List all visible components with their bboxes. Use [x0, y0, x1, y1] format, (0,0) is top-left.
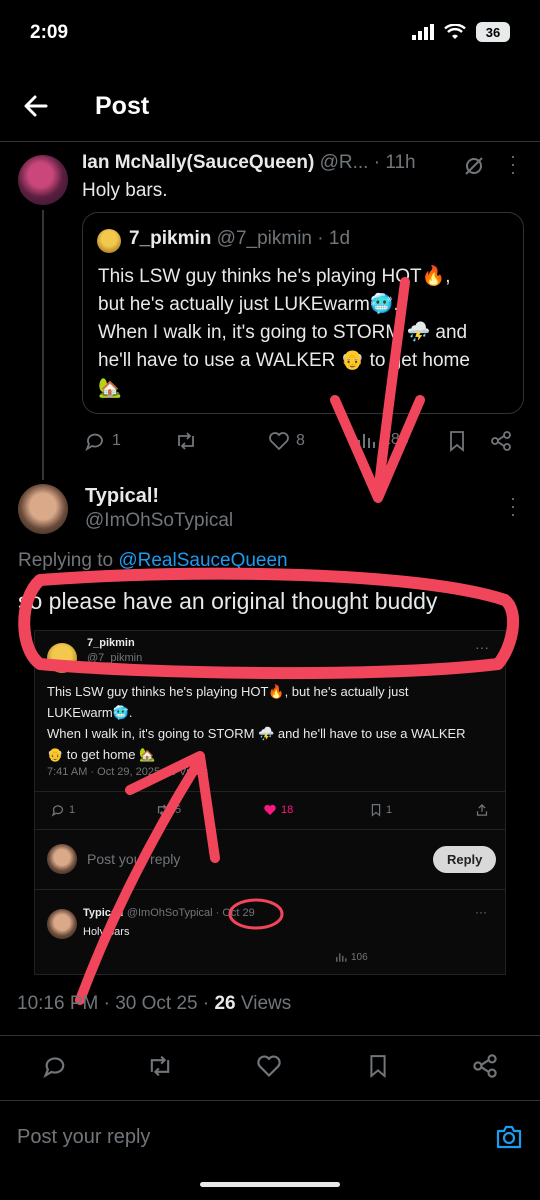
home-indicator — [200, 1182, 340, 1187]
heart-icon[interactable] — [256, 1053, 282, 1079]
annotation-circle-main-text — [18, 567, 519, 680]
annotation-arrow-down — [330, 277, 425, 503]
post-timestamp: 10:16 PM · 30 Oct 25 · — [17, 993, 210, 1014]
actions-divider — [0, 1035, 540, 1036]
camera-icon[interactable] — [495, 1124, 523, 1150]
views-label: Views — [240, 993, 292, 1014]
post-meta: 10:16 PM · 30 Oct 25 · 26 Views — [17, 993, 291, 1015]
bookmark-icon[interactable] — [367, 1053, 389, 1079]
annotation-circle-date — [228, 898, 284, 930]
annotation-overlay — [18, 277, 519, 1005]
share-icon[interactable] — [472, 1053, 498, 1079]
reply-input[interactable]: Post your reply — [17, 1126, 150, 1149]
annotation-arrow-up — [75, 751, 220, 1005]
comment-icon[interactable] — [42, 1053, 68, 1079]
repost-icon[interactable] — [146, 1053, 174, 1079]
composer-divider — [0, 1100, 540, 1101]
view-count: 26 — [214, 993, 236, 1014]
